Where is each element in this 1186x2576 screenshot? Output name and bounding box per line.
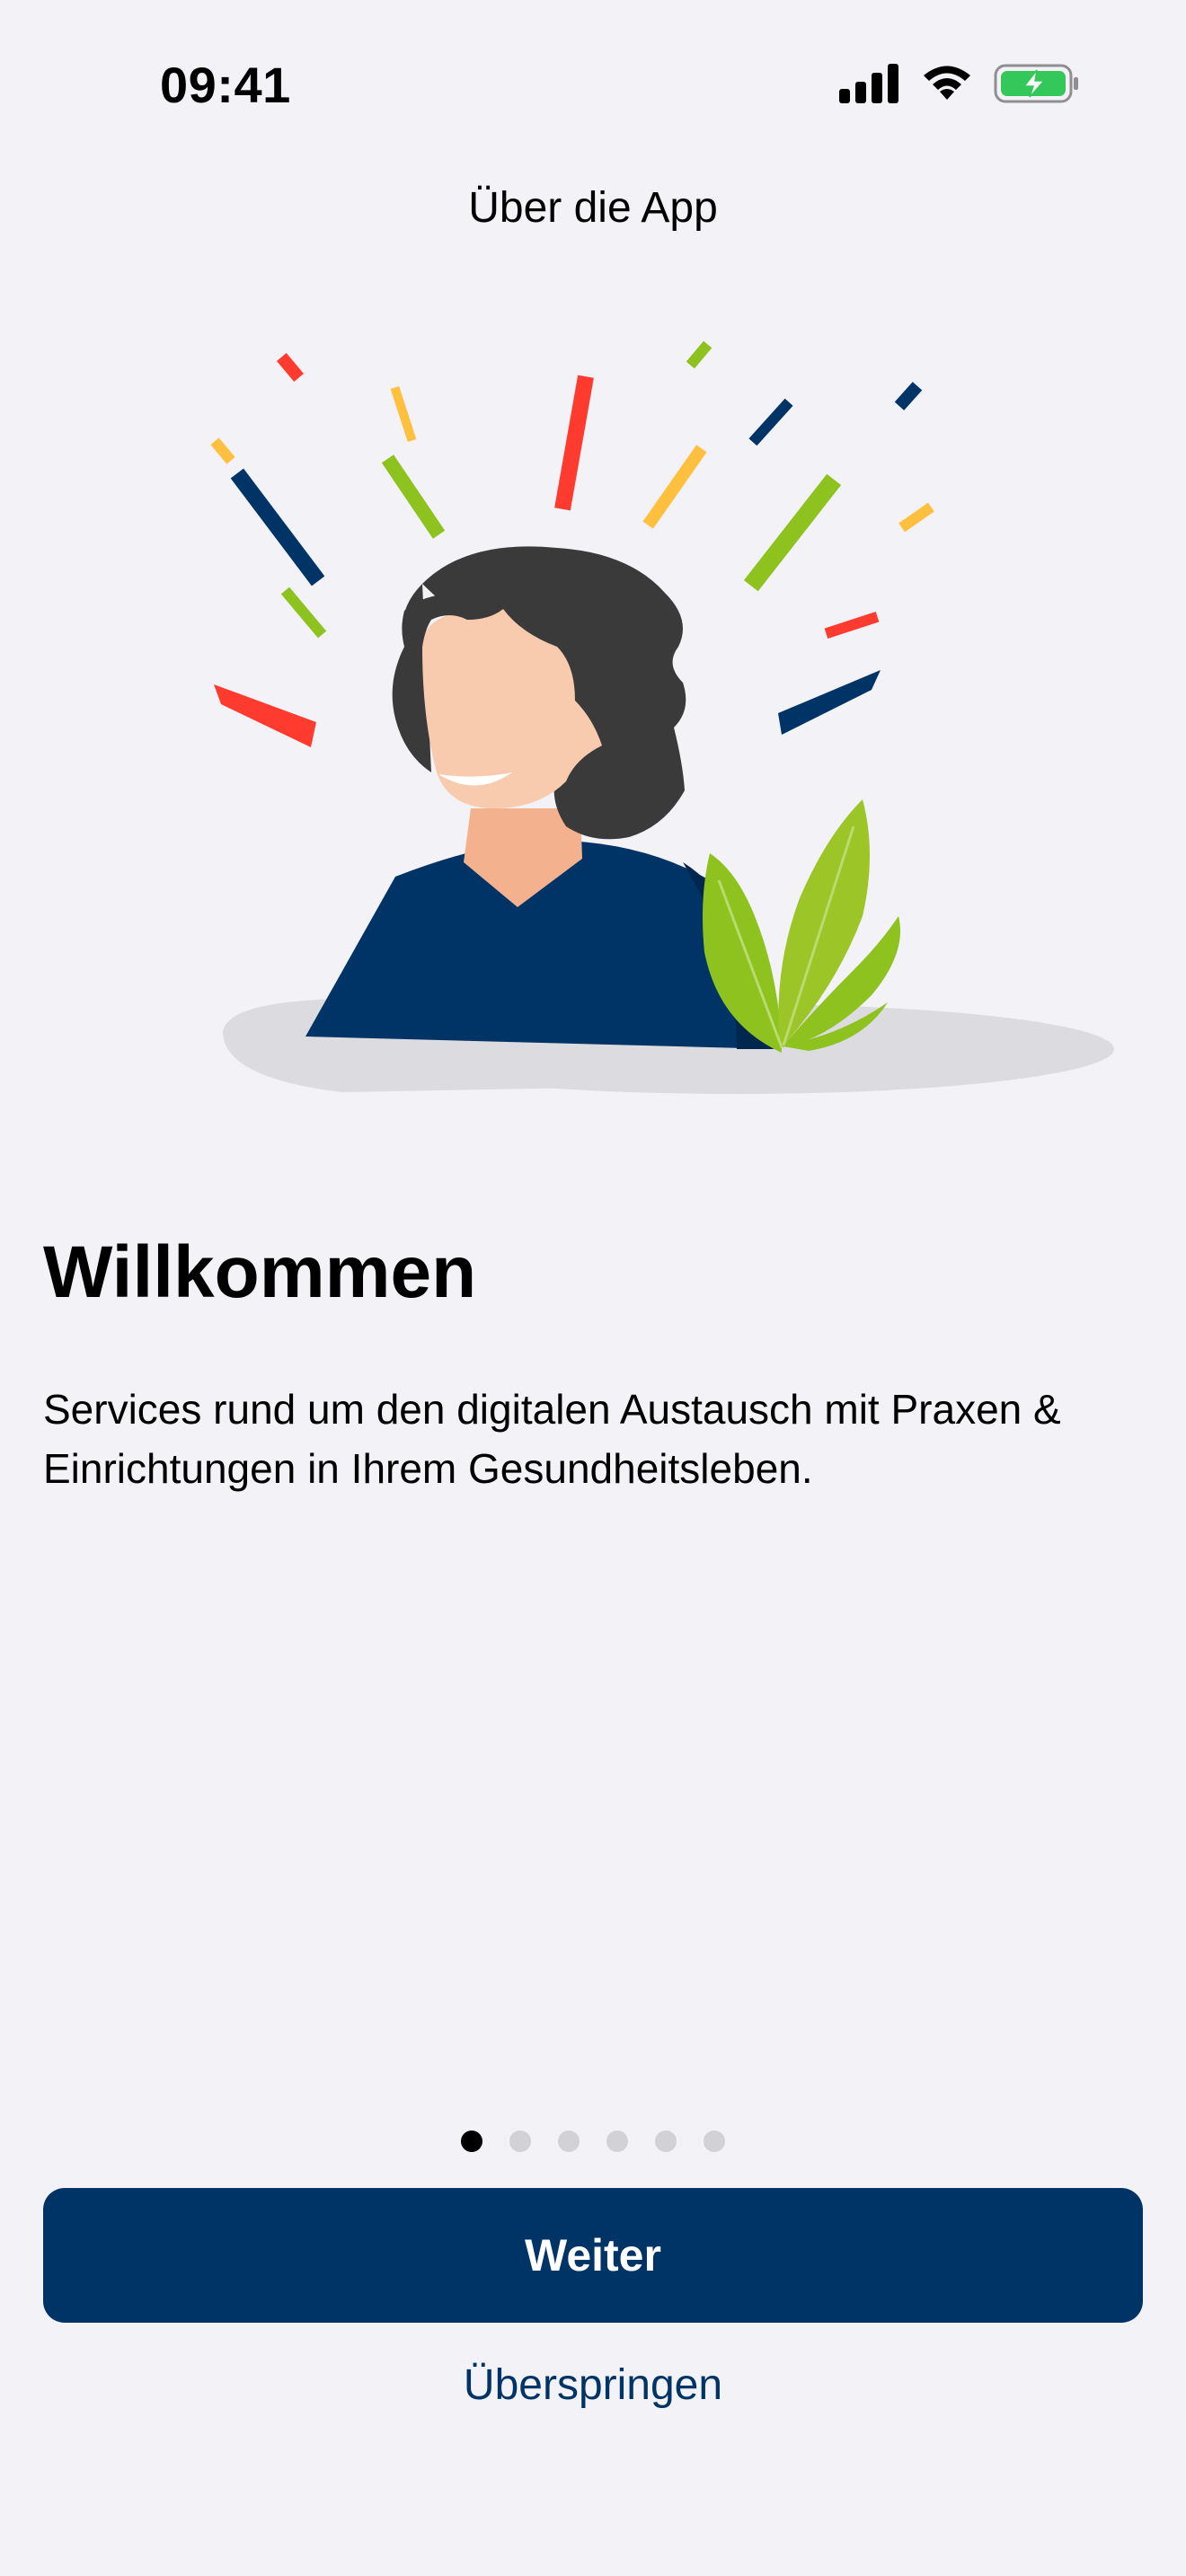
plant-leaves [703, 799, 900, 1053]
status-time: 09:41 [160, 57, 291, 113]
status-bar: 09:41 [0, 0, 1186, 171]
continue-button[interactable]: Weiter [43, 2188, 1143, 2323]
page-dot-4[interactable] [606, 2130, 628, 2152]
onboarding-screen: 09:41 Über die App Willkommen Services r… [0, 0, 1186, 2576]
page-dot-5[interactable] [655, 2130, 677, 2152]
skip-link[interactable]: Überspringen [0, 2360, 1186, 2410]
status-icons [839, 63, 1080, 104]
battery-charging-icon [994, 64, 1078, 103]
page-indicator[interactable] [0, 2130, 1186, 2152]
welcome-description: Services rund um den digitalen Austausch… [43, 1386, 1061, 1492]
wifi-icon [924, 66, 970, 100]
page-dot-2[interactable] [509, 2130, 531, 2152]
welcome-person-illustration [210, 340, 1114, 1094]
page-dot-3[interactable] [558, 2130, 580, 2152]
cellular-signal-icon [839, 64, 898, 103]
page-dot-1[interactable] [461, 2130, 482, 2152]
nav-title: Über die App [468, 184, 718, 232]
welcome-headline: Willkommen [43, 1231, 477, 1313]
page-dot-6[interactable] [704, 2130, 725, 2152]
